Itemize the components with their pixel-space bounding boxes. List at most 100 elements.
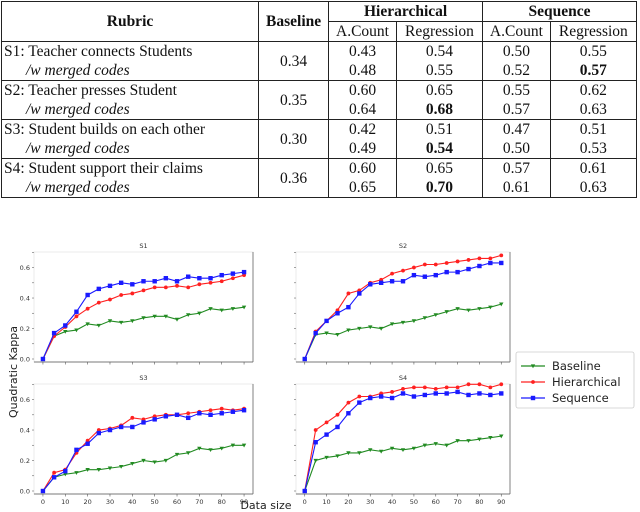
data-point xyxy=(186,285,191,290)
x-tick-label: 70 xyxy=(453,498,461,506)
data-point xyxy=(313,440,318,445)
data-point xyxy=(401,386,405,391)
data-point xyxy=(455,389,460,395)
data-point xyxy=(219,406,224,411)
data-point xyxy=(390,271,394,276)
data-point xyxy=(412,265,416,270)
x-tick-label: 20 xyxy=(344,498,352,506)
y-tick-label: 0.4 xyxy=(20,426,30,434)
data-point xyxy=(444,261,449,265)
data-point xyxy=(141,288,146,293)
data-point xyxy=(130,282,135,287)
data-point xyxy=(230,271,236,276)
data-point xyxy=(499,260,504,266)
y-tick-label: 0.2 xyxy=(20,325,30,333)
data-point xyxy=(107,427,113,433)
data-point xyxy=(378,394,384,399)
data-point xyxy=(422,385,427,390)
data-point xyxy=(152,279,157,284)
data-point xyxy=(488,256,493,261)
data-point xyxy=(197,411,202,416)
y-tick-label: 0.0 xyxy=(20,487,30,495)
data-point xyxy=(324,432,329,437)
data-point xyxy=(197,282,202,287)
chart-panel-s2: S2 xyxy=(294,242,511,365)
data-point xyxy=(444,385,449,390)
data-point xyxy=(130,291,135,296)
data-point xyxy=(335,412,340,417)
data-point xyxy=(346,411,351,416)
y-tick-label: 0.2 xyxy=(20,457,30,465)
plot-area xyxy=(33,383,254,495)
x-tick-label: 90 xyxy=(240,498,248,506)
data-point xyxy=(477,391,482,396)
data-point xyxy=(400,279,406,284)
data-point xyxy=(152,285,157,290)
data-point xyxy=(241,269,247,275)
data-point xyxy=(455,269,460,275)
data-point xyxy=(346,304,351,310)
data-point xyxy=(40,488,46,494)
data-point xyxy=(499,382,504,387)
data-point xyxy=(346,291,351,296)
data-point xyxy=(197,276,202,281)
x-tick-label: 20 xyxy=(83,498,91,506)
data-point xyxy=(85,292,90,298)
x-tick-label: 30 xyxy=(366,498,374,506)
data-point xyxy=(96,286,102,292)
data-point xyxy=(208,412,213,417)
data-point xyxy=(96,430,102,436)
data-point xyxy=(40,356,46,362)
data-point xyxy=(208,408,213,413)
data-point xyxy=(85,306,90,311)
x-tick-label: 70 xyxy=(195,498,203,506)
x-tick-label: 0 xyxy=(41,498,45,506)
data-point xyxy=(389,395,395,401)
plot-area xyxy=(33,251,254,363)
data-point xyxy=(163,285,168,290)
data-point xyxy=(466,266,471,272)
data-point xyxy=(412,385,416,390)
data-point xyxy=(422,262,427,267)
data-point xyxy=(108,297,112,302)
data-point xyxy=(444,391,449,396)
data-point xyxy=(455,385,460,390)
data-point xyxy=(499,253,504,258)
data-point xyxy=(477,263,482,269)
legend-label: Hierarchical xyxy=(552,375,621,389)
data-point xyxy=(368,395,373,401)
data-point xyxy=(335,424,340,430)
y-tick-label: 0.6 xyxy=(20,264,30,272)
y-axis-label: Quadratic Kappa xyxy=(7,326,20,418)
data-point xyxy=(141,420,146,425)
data-point xyxy=(118,424,124,430)
data-point xyxy=(422,274,428,279)
data-point xyxy=(477,382,482,387)
data-point xyxy=(531,380,535,384)
data-point xyxy=(313,330,318,336)
data-point xyxy=(107,283,113,289)
data-point xyxy=(230,409,236,414)
data-point xyxy=(433,262,438,267)
data-point xyxy=(390,390,394,394)
legend: Baseline Hierarchical Sequence xyxy=(515,351,635,409)
data-point xyxy=(74,447,79,453)
chart-panel-s4: S4 0 10 20 30 40 50 60 70 80 90 xyxy=(294,374,511,506)
y-tick-label: 0.4 xyxy=(20,294,30,302)
data-point xyxy=(477,256,482,261)
data-point xyxy=(186,411,191,416)
chart-title: S2 xyxy=(399,242,407,250)
data-point xyxy=(378,280,384,285)
x-tick-label: 40 xyxy=(388,498,396,506)
legend-label: Baseline xyxy=(552,359,601,373)
x-tick-label: 10 xyxy=(61,498,69,506)
data-point xyxy=(302,488,307,494)
data-point xyxy=(152,417,157,422)
data-point xyxy=(488,385,493,390)
data-point xyxy=(219,272,224,278)
x-tick-label: 60 xyxy=(173,498,181,506)
x-tick-label: 50 xyxy=(410,498,418,506)
data-point xyxy=(335,311,340,316)
data-point xyxy=(208,276,213,281)
data-point xyxy=(241,408,247,413)
